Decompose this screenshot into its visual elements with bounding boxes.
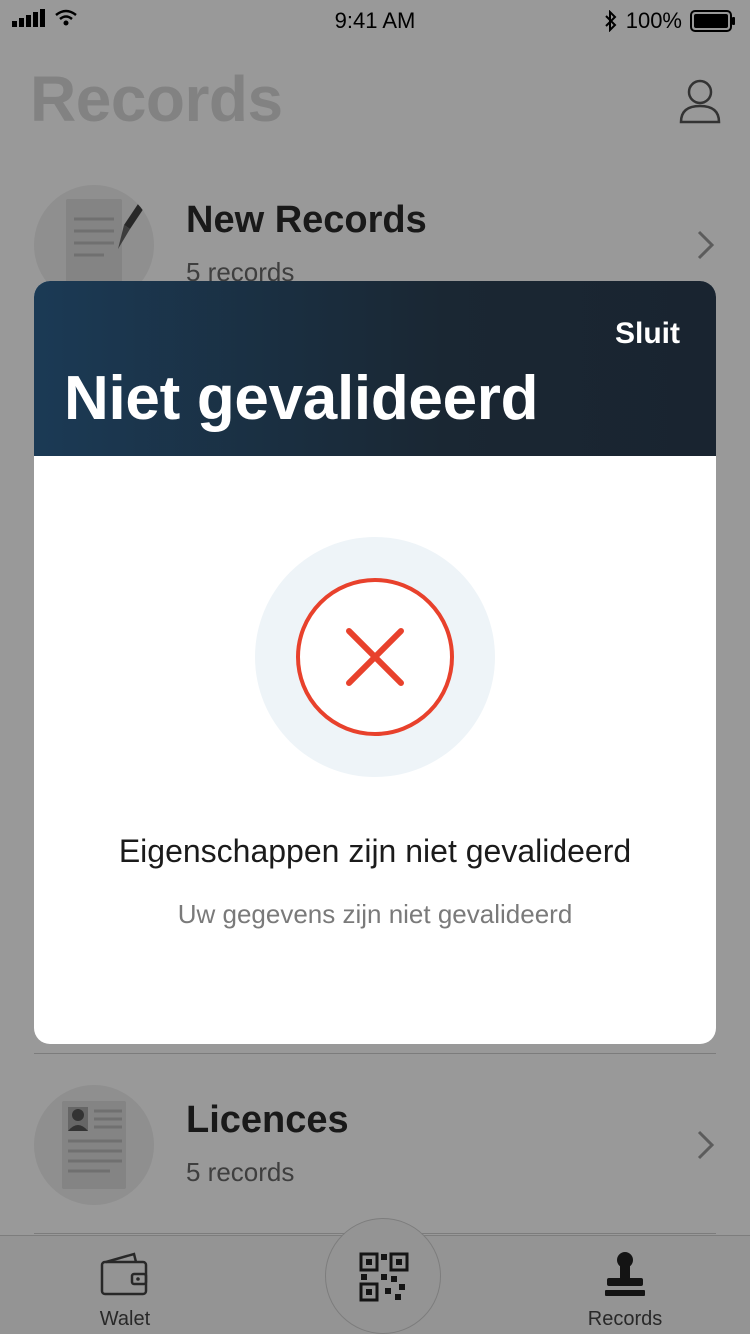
validation-modal: Sluit Niet gevalideerd Eigenschappen zij… [34,281,716,1044]
close-button[interactable]: Sluit [615,317,680,351]
modal-header: Sluit Niet gevalideerd [34,281,716,456]
modal-title: Niet gevalideerd [64,364,539,433]
message-subtitle: Uw gegevens zijn niet gevalideerd [177,899,573,929]
app-screen: 9:41 AM 100% Records New Records 5 recor… [0,0,750,1334]
message-title: Eigenschappen zijn niet gevalideerd [118,833,632,869]
error-x-icon [296,578,454,736]
status-icon-background [255,537,495,777]
